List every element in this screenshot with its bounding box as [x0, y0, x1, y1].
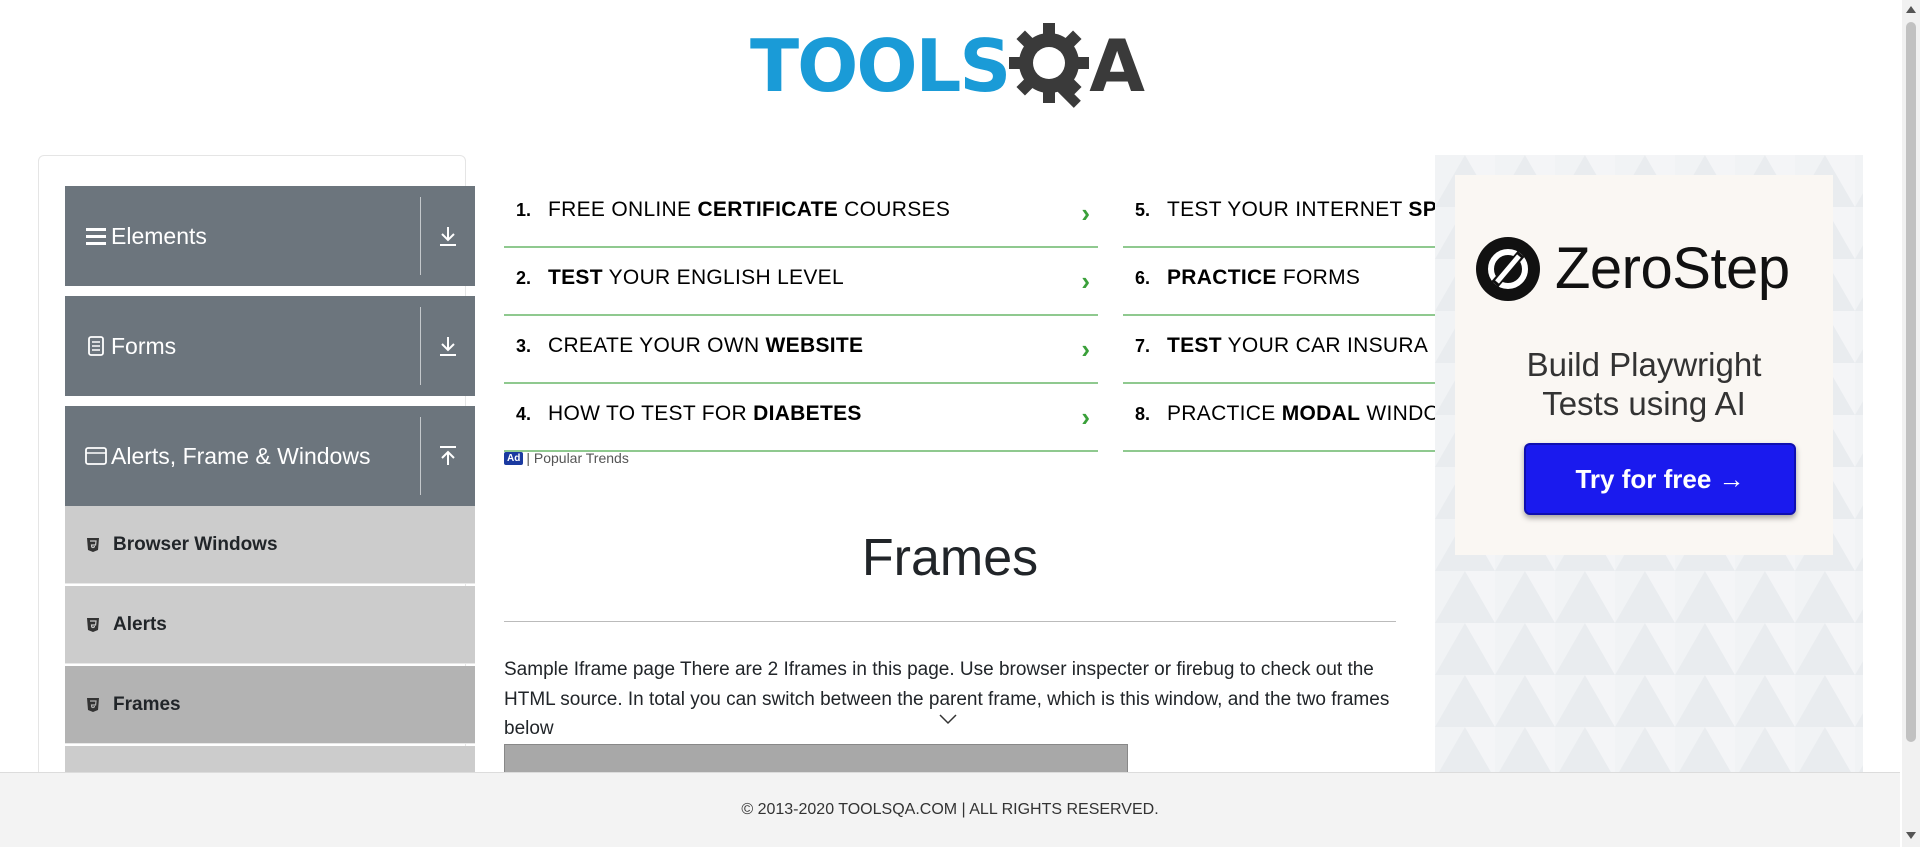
html5-icon — [85, 537, 101, 553]
ad-link-text: PRACTICE MODAL WINDO — [1167, 402, 1435, 425]
sidebar-item-label: Alerts — [113, 613, 167, 635]
ad-link-text: HOW TO TEST FOR DIABETES — [548, 402, 862, 425]
ad-link-text: TEST YOUR INTERNET SP — [1167, 198, 1435, 221]
divider — [504, 621, 1396, 622]
ad-number: 4. — [516, 403, 532, 424]
group-title-forms: Forms — [111, 332, 177, 359]
document-icon — [85, 335, 107, 357]
sidebar-item-browser-windows[interactable]: Browser Windows — [65, 506, 475, 584]
ad-number: 6. — [1135, 267, 1151, 288]
group-alerts-frame-windows[interactable]: Alerts, Frame & Windows — [65, 406, 475, 506]
sidebar-item-label: Browser Windows — [113, 533, 278, 555]
ad-link[interactable]: 8. PRACTICE MODAL WINDO — [1123, 384, 1435, 452]
ad-source: | Popular Trends — [526, 450, 629, 466]
footer: © 2013-2020 TOOLSQA.COM | ALL RIGHTS RES… — [0, 772, 1900, 847]
vertical-scrollbar[interactable] — [1902, 0, 1920, 847]
ad-link[interactable]: 3. CREATE YOUR OWN WEBSITE › — [504, 316, 1098, 384]
ad-link[interactable]: 5. TEST YOUR INTERNET SP — [1123, 180, 1435, 248]
chevron-right-icon: › — [1081, 198, 1090, 228]
ad-links-left: 1. FREE ONLINE CERTIFICATE COURSES › 2. … — [504, 180, 1098, 452]
zerostep-tagline: Build Playwright Tests using AI — [1526, 346, 1762, 422]
ad-link[interactable]: 2. TEST YOUR ENGLISH LEVEL › — [504, 248, 1098, 316]
toolsqa-logo[interactable]: TOOLS A — [750, 18, 1160, 113]
gear-magnifier-icon — [1007, 21, 1097, 111]
header: TOOLS A — [0, 0, 1900, 130]
try-for-free-button[interactable]: Try for free → — [1524, 443, 1796, 515]
ad-link-text: CREATE YOUR OWN WEBSITE — [548, 334, 864, 357]
ad-attribution[interactable]: Ad | Popular Trends — [504, 450, 629, 466]
chevron-right-icon: › — [1081, 334, 1090, 364]
ad-badge: Ad — [504, 451, 524, 465]
ad-number: 3. — [516, 335, 532, 356]
zerostep-logo: ZeroStep — [1475, 235, 1790, 302]
zerostep-wordmark: ZeroStep — [1555, 236, 1790, 301]
download-arrow-icon[interactable] — [421, 296, 475, 396]
download-arrow-icon[interactable] — [421, 186, 475, 286]
html5-icon — [85, 697, 101, 713]
ad-number: 2. — [516, 267, 532, 288]
ad-link[interactable]: 6. PRACTICE FORMS — [1123, 248, 1435, 316]
sidebar-item-alerts[interactable]: Alerts — [65, 586, 475, 664]
group-title-elements: Elements — [111, 222, 207, 249]
group-elements[interactable]: Elements — [65, 186, 475, 286]
ad-link-text: FREE ONLINE CERTIFICATE COURSES — [548, 198, 951, 221]
chevron-down-icon[interactable] — [938, 712, 958, 730]
left-sidebar: Elements Forms Alerts, Frame & Windows B… — [38, 155, 475, 847]
zerostep-ad[interactable]: ZeroStep Build Playwright Tests using AI… — [1435, 155, 1863, 775]
chevron-right-icon: › — [1081, 402, 1090, 432]
scroll-up-arrow-icon[interactable] — [1906, 6, 1916, 13]
logo-text-a: A — [1089, 23, 1145, 108]
upload-arrow-icon[interactable] — [421, 406, 475, 506]
ad-number: 5. — [1135, 199, 1151, 220]
chevron-right-icon: › — [1081, 266, 1090, 296]
sidebar-item-label: Frames — [113, 693, 181, 715]
ad-number: 8. — [1135, 403, 1151, 424]
zerostep-card: ZeroStep Build Playwright Tests using AI… — [1455, 175, 1833, 555]
ad-link[interactable]: 4. HOW TO TEST FOR DIABETES › — [504, 384, 1098, 452]
html5-icon — [85, 617, 101, 633]
scrollbar-thumb[interactable] — [1906, 22, 1916, 742]
ad-links-right: 5. TEST YOUR INTERNET SP 6. PRACTICE FOR… — [1123, 180, 1435, 452]
hamburger-icon — [85, 225, 107, 247]
ad-link[interactable]: 1. FREE ONLINE CERTIFICATE COURSES › — [504, 180, 1098, 248]
ad-link[interactable]: 7. TEST YOUR CAR INSURA — [1123, 316, 1435, 384]
ad-link-text: PRACTICE FORMS — [1167, 266, 1361, 289]
window-icon — [85, 445, 107, 467]
frames-description: Sample Iframe page There are 2 Iframes i… — [504, 659, 1390, 739]
page-title: Frames — [861, 529, 1039, 587]
ad-link-text: TEST YOUR CAR INSURA — [1167, 334, 1429, 357]
group-title-alerts: Alerts, Frame & Windows — [111, 442, 371, 469]
group-forms[interactable]: Forms — [65, 296, 475, 396]
copyright-text: © 2013-2020 TOOLSQA.COM | ALL RIGHTS RES… — [741, 801, 1159, 818]
ad-number: 7. — [1135, 335, 1151, 356]
zerostep-icon — [1476, 236, 1540, 301]
ad-link-text: TEST YOUR ENGLISH LEVEL — [548, 266, 844, 289]
logo-text-tools: TOOLS — [750, 23, 1011, 108]
sidebar-item-frames[interactable]: Frames — [65, 666, 475, 744]
scroll-down-arrow-icon[interactable] — [1906, 832, 1916, 839]
ad-number: 1. — [516, 199, 532, 220]
